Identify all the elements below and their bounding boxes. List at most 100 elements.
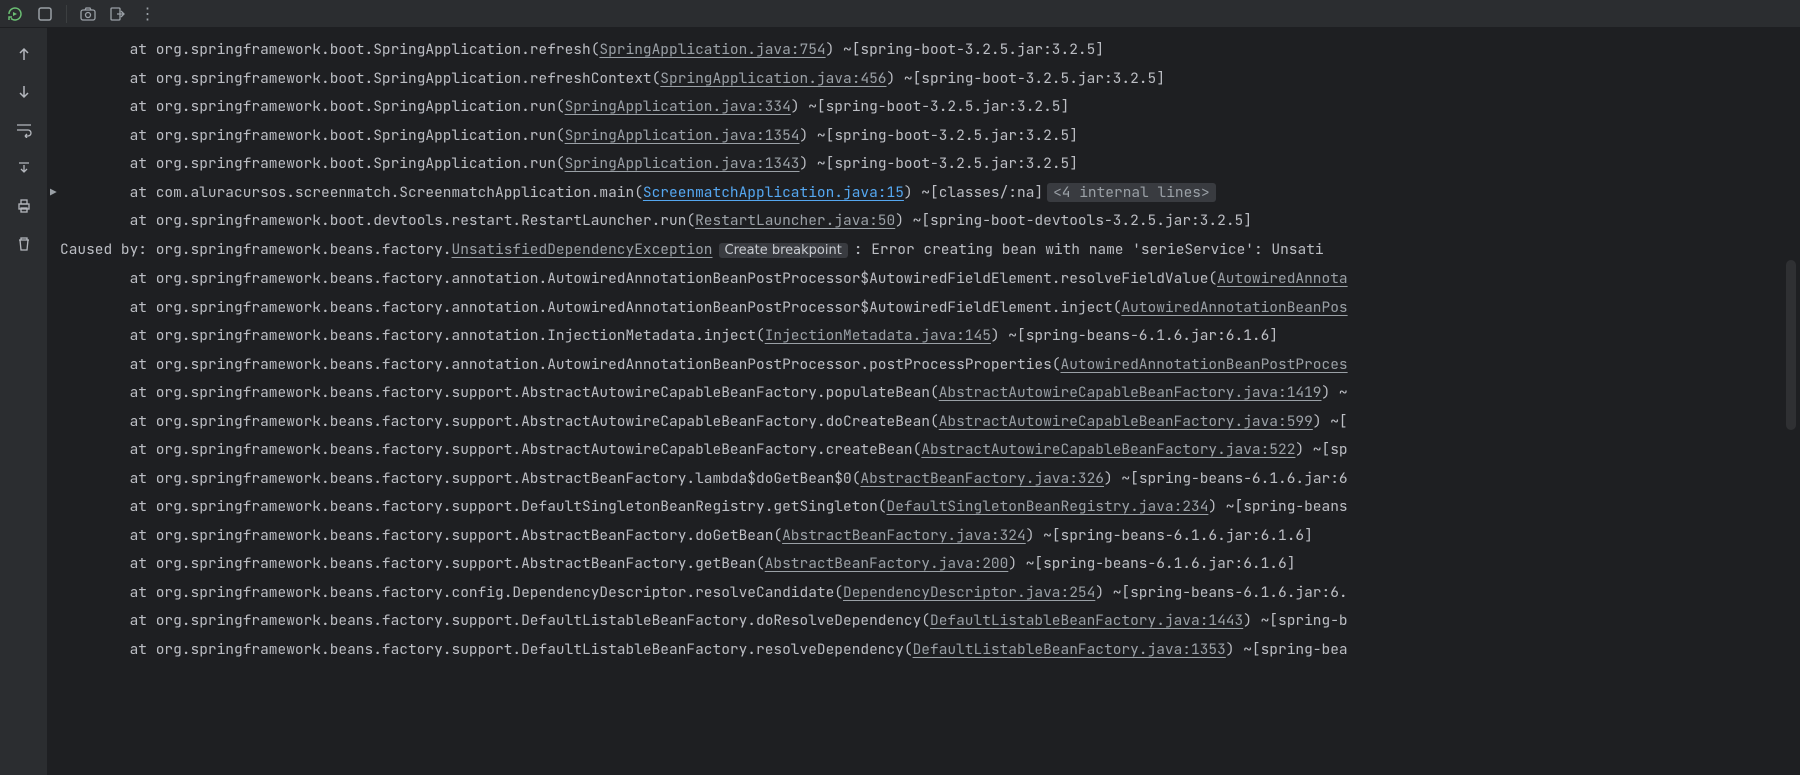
stack-trace-line: at org.springframework.beans.factory.sup… xyxy=(48,408,1800,437)
camera-icon[interactable] xyxy=(79,5,97,23)
source-file-link[interactable]: AutowiredAnnotationBeanPostProces xyxy=(1061,355,1348,374)
console-output[interactable]: at org.springframework.boot.SpringApplic… xyxy=(48,28,1800,775)
stack-trace-line: at org.springframework.beans.factory.ann… xyxy=(48,265,1800,294)
print-icon[interactable] xyxy=(14,196,34,216)
stack-trace-line: at org.springframework.boot.SpringApplic… xyxy=(48,93,1800,122)
caused-by-text: Caused by: org.springframework.beans.fac… xyxy=(60,240,452,259)
stack-frame-suffix: ) ~[spring-beans-6.1.6.jar:6 xyxy=(1104,469,1348,488)
stack-trace-line: at org.springframework.boot.SpringApplic… xyxy=(48,36,1800,65)
source-file-link[interactable]: SpringApplication.java:334 xyxy=(565,97,791,116)
source-file-link[interactable]: AbstractBeanFactory.java:324 xyxy=(782,526,1026,545)
stack-frame-text: at org.springframework.beans.factory.sup… xyxy=(60,497,887,516)
console-toolbar: ⋮ xyxy=(0,0,1800,28)
stack-frame-suffix: ) ~[spring-boot-3.2.5.jar:3.2.5] xyxy=(826,40,1104,59)
error-message-text: : Error creating bean with name 'serieSe… xyxy=(854,240,1324,259)
trash-icon[interactable] xyxy=(14,234,34,254)
exit-icon[interactable] xyxy=(109,5,127,23)
stack-frame-text: at org.springframework.beans.factory.ann… xyxy=(60,326,765,345)
stack-trace-line: ▶ at com.aluracursos.screenmatch.Screenm… xyxy=(48,179,1800,208)
source-file-link[interactable]: SpringApplication.java:1354 xyxy=(565,126,800,145)
source-file-link[interactable]: SpringApplication.java:754 xyxy=(599,40,825,59)
scroll-to-end-icon[interactable] xyxy=(14,158,34,178)
stack-frame-text: at org.springframework.beans.factory.sup… xyxy=(60,554,765,573)
stack-trace-line: at org.springframework.beans.factory.sup… xyxy=(48,493,1800,522)
stack-frame-suffix: ) ~[spring-boot-3.2.5.jar:3.2.5] xyxy=(800,126,1078,145)
stack-frame-suffix: ) ~[spring-boot-devtools-3.2.5.jar:3.2.5… xyxy=(895,211,1252,230)
stack-frame-text: at org.springframework.boot.SpringApplic… xyxy=(60,69,660,88)
stack-trace-line: at org.springframework.beans.factory.sup… xyxy=(48,522,1800,551)
stack-frame-suffix: ) ~[spring-beans-6.1.6.jar:6. xyxy=(1095,583,1347,602)
stack-frame-text: at org.springframework.beans.factory.sup… xyxy=(60,412,939,431)
stack-frame-suffix: ) ~ xyxy=(1322,383,1348,402)
stack-trace-line: at org.springframework.beans.factory.sup… xyxy=(48,379,1800,408)
console-main: at org.springframework.boot.SpringApplic… xyxy=(0,28,1800,775)
stack-frame-text: at org.springframework.beans.factory.ann… xyxy=(60,269,1217,288)
exception-class-link[interactable]: UnsatisfiedDependencyException xyxy=(452,240,713,259)
stack-trace-line: at org.springframework.boot.devtools.res… xyxy=(48,207,1800,236)
stack-trace-line: at org.springframework.beans.factory.con… xyxy=(48,579,1800,608)
stop-icon[interactable] xyxy=(36,5,54,23)
stack-frame-suffix: ) ~[sp xyxy=(1295,440,1347,459)
stack-trace-line: at org.springframework.beans.factory.ann… xyxy=(48,294,1800,323)
stack-frame-suffix: ) ~[spring-bea xyxy=(1226,640,1348,659)
source-file-link[interactable]: DependencyDescriptor.java:254 xyxy=(843,583,1095,602)
rerun-icon[interactable] xyxy=(6,5,24,23)
stack-frame-suffix: ) ~[spring-beans xyxy=(1208,497,1347,516)
stack-frame-text: at org.springframework.beans.factory.ann… xyxy=(60,355,1061,374)
more-icon[interactable]: ⋮ xyxy=(139,5,157,23)
source-file-link[interactable]: DefaultListableBeanFactory.java:1443 xyxy=(930,611,1243,630)
source-file-link[interactable]: ScreenmatchApplication.java:15 xyxy=(643,183,904,202)
source-file-link[interactable]: AbstractAutowireCapableBeanFactory.java:… xyxy=(939,412,1313,431)
stack-trace-line: Caused by: org.springframework.beans.fac… xyxy=(48,236,1800,266)
create-breakpoint-button[interactable]: Create breakpoint xyxy=(719,243,848,258)
toolbar-separator xyxy=(66,5,67,23)
stack-frame-text: at org.springframework.beans.factory.sup… xyxy=(60,611,930,630)
stack-trace-line: at org.springframework.beans.factory.sup… xyxy=(48,465,1800,494)
source-file-link[interactable]: AbstractAutowireCapableBeanFactory.java:… xyxy=(939,383,1322,402)
source-file-link[interactable]: AutowiredAnnotationBeanPos xyxy=(1121,298,1347,317)
stack-trace-line: at org.springframework.beans.factory.sup… xyxy=(48,636,1800,665)
stack-frame-suffix: ) ~[ xyxy=(1313,412,1348,431)
stack-frame-text: at org.springframework.beans.factory.sup… xyxy=(60,440,921,459)
stack-frame-text: at org.springframework.boot.SpringApplic… xyxy=(60,40,599,59)
stack-trace-line: at org.springframework.beans.factory.ann… xyxy=(48,351,1800,380)
stack-trace-line: at org.springframework.boot.SpringApplic… xyxy=(48,65,1800,94)
source-file-link[interactable]: AbstractAutowireCapableBeanFactory.java:… xyxy=(921,440,1295,459)
source-file-link[interactable]: AbstractBeanFactory.java:200 xyxy=(765,554,1009,573)
console-gutter xyxy=(0,28,48,775)
stack-trace-line: at org.springframework.beans.factory.sup… xyxy=(48,607,1800,636)
source-file-link[interactable]: SpringApplication.java:1343 xyxy=(565,154,800,173)
source-file-link[interactable]: RestartLauncher.java:50 xyxy=(695,211,895,230)
arrow-down-icon[interactable] xyxy=(14,82,34,102)
source-file-link[interactable]: InjectionMetadata.java:145 xyxy=(765,326,991,345)
folded-lines-badge[interactable]: <4 internal lines> xyxy=(1047,183,1216,202)
source-file-link[interactable]: AutowiredAnnota xyxy=(1217,269,1348,288)
source-file-link[interactable]: SpringApplication.java:456 xyxy=(660,69,886,88)
stack-frame-suffix: ) ~[spring-beans-6.1.6.jar:6.1.6] xyxy=(991,326,1278,345)
stack-frame-suffix: ) ~[spring-b xyxy=(1243,611,1347,630)
vertical-scrollbar[interactable] xyxy=(1786,40,1798,775)
stack-frame-suffix: ) ~[classes/:na] xyxy=(904,183,1043,202)
source-file-link[interactable]: AbstractBeanFactory.java:326 xyxy=(860,469,1104,488)
stack-trace-line: at org.springframework.boot.SpringApplic… xyxy=(48,122,1800,151)
stack-trace-line: at org.springframework.beans.factory.ann… xyxy=(48,322,1800,351)
stack-frame-suffix: ) ~[spring-boot-3.2.5.jar:3.2.5] xyxy=(800,154,1078,173)
soft-wrap-icon[interactable] xyxy=(14,120,34,140)
stack-frame-text: at org.springframework.boot.devtools.res… xyxy=(60,211,695,230)
scrollbar-thumb[interactable] xyxy=(1786,260,1796,430)
stack-trace-line: at org.springframework.beans.factory.sup… xyxy=(48,436,1800,465)
fold-toggle-icon[interactable]: ▶ xyxy=(48,179,57,208)
stack-frame-suffix: ) ~[spring-boot-3.2.5.jar:3.2.5] xyxy=(887,69,1165,88)
stack-trace-line: at org.springframework.boot.SpringApplic… xyxy=(48,150,1800,179)
source-file-link[interactable]: DefaultListableBeanFactory.java:1353 xyxy=(913,640,1226,659)
stack-frame-text: at com.aluracursos.screenmatch.Screenmat… xyxy=(60,183,643,202)
stack-frame-text: at org.springframework.beans.factory.sup… xyxy=(60,526,782,545)
stack-frame-text: at org.springframework.beans.factory.sup… xyxy=(60,640,913,659)
stack-frame-suffix: ) ~[spring-beans-6.1.6.jar:6.1.6] xyxy=(1008,554,1295,573)
stack-frame-text: at org.springframework.boot.SpringApplic… xyxy=(60,97,565,116)
stack-frame-text: at org.springframework.beans.factory.ann… xyxy=(60,298,1121,317)
source-file-link[interactable]: DefaultSingletonBeanRegistry.java:234 xyxy=(887,497,1209,516)
stack-frame-text: at org.springframework.boot.SpringApplic… xyxy=(60,126,565,145)
stack-frame-text: at org.springframework.beans.factory.sup… xyxy=(60,383,939,402)
arrow-up-icon[interactable] xyxy=(14,44,34,64)
